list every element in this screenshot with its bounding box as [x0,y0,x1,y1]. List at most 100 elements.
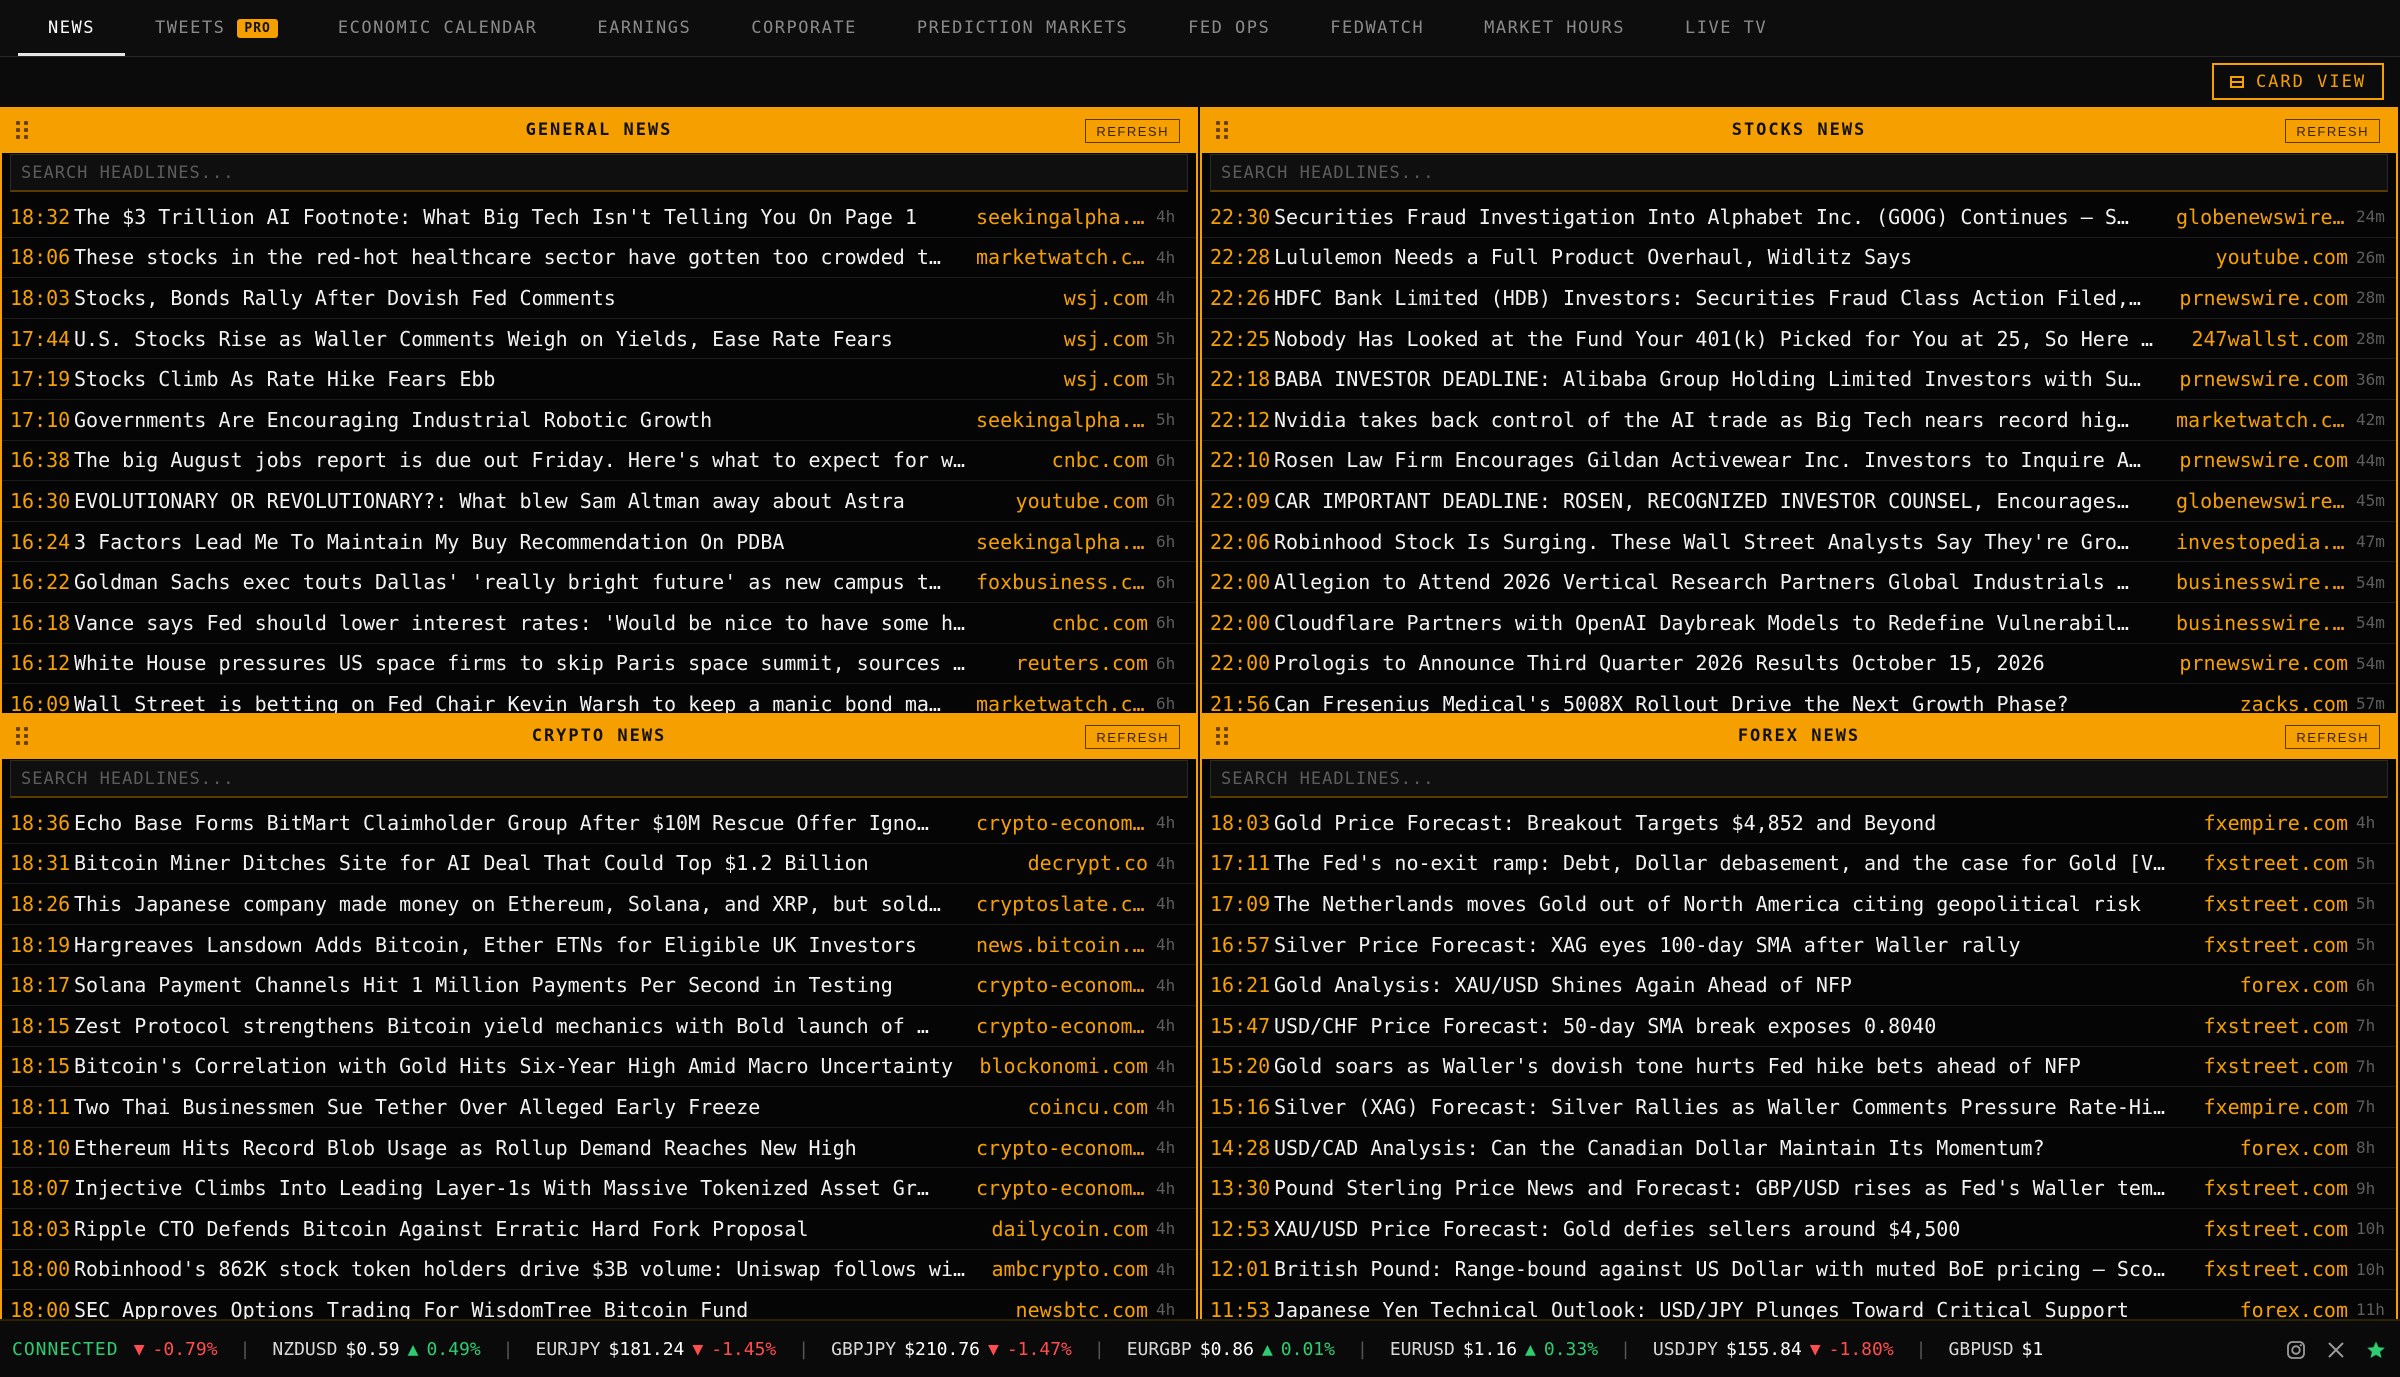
news-row[interactable]: 17:11 The Fed's no-exit ramp: Debt, Dolla… [1202,844,2396,885]
news-row[interactable]: 16:18 Vance says Fed should lower interes… [2,603,1196,644]
tab-live-tv[interactable]: LIVE TV [1655,0,1797,56]
drag-handle-icon[interactable] [16,727,30,745]
drag-handle-icon[interactable] [16,121,30,139]
news-row[interactable]: 22:09 CAR IMPORTANT DEADLINE: ROSEN, RECO… [1202,481,2396,522]
news-row[interactable]: 22:12 Nvidia takes back control of the AI… [1202,400,2396,441]
news-time: 18:10 [10,1135,71,1160]
search-input[interactable] [10,154,1188,192]
tab-economic-calendar[interactable]: ECONOMIC CALENDAR [308,0,568,56]
news-row[interactable]: 18:00 Robinhood's 862K stock token holder… [2,1250,1196,1291]
tab-fed-ops[interactable]: FED OPS [1158,0,1300,56]
news-row[interactable]: 15:47 USD/CHF Price Forecast: 50-day SMA … [1202,1006,2396,1047]
tab-corporate[interactable]: CORPORATE [721,0,887,56]
arrow-up-icon: ▲ [407,1338,419,1360]
tab-market-hours[interactable]: MARKET HOURS [1454,0,1655,56]
tab-news[interactable]: NEWS [18,0,125,56]
news-time: 17:09 [1210,891,1271,916]
x-icon[interactable] [2326,1340,2346,1360]
news-row[interactable]: 22:06 Robinhood Stock Is Surging. These W… [1202,522,2396,563]
news-row[interactable]: 13:30 Pound Sterling Price News and Forec… [1202,1168,2396,1209]
ticker-item: EURGBP $0.86 ▲ 0.01% [1105,1339,1357,1360]
tab-earnings[interactable]: EARNINGS [567,0,721,56]
panel-header: FOREX NEWS REFRESH [1202,713,2396,759]
news-row[interactable]: 16:24 3 Factors Lead Me To Maintain My Bu… [2,522,1196,563]
tab-fedwatch[interactable]: FEDWATCH [1300,0,1454,56]
news-row[interactable]: 18:15 Bitcoin's Correlation with Gold Hit… [2,1047,1196,1088]
news-row[interactable]: 18:07 Injective Climbs Into Leading Layer… [2,1168,1196,1209]
news-row[interactable]: 11:53 Japanese Yen Technical Outlook: USD… [1202,1290,2396,1319]
news-row[interactable]: 22:30 Securities Fraud Investigation Into… [1202,197,2396,238]
news-row[interactable]: 22:28 Lululemon Needs a Full Product Over… [1202,238,2396,279]
news-row[interactable]: 16:09 Wall Street is betting on Fed Chair… [2,684,1196,713]
news-row[interactable]: 14:28 USD/CAD Analysis: Can the Canadian … [1202,1128,2396,1169]
news-row[interactable]: 17:44 U.S. Stocks Rise as Waller Comments… [2,319,1196,360]
news-row[interactable]: 18:00 SEC Approves Options Trading For Wi… [2,1290,1196,1319]
news-row[interactable]: 18:03 Gold Price Forecast: Breakout Targe… [1202,803,2396,844]
news-age: 6h [1156,491,1176,511]
drag-handle-icon[interactable] [1216,121,1230,139]
news-row[interactable]: 22:26 HDFC Bank Limited (HDB) Investors: … [1202,278,2396,319]
search-input[interactable] [1210,760,2388,798]
news-source: wsj.com [1063,326,1148,351]
news-row[interactable]: 21:56 Can Fresenius Medical's 5008X Rollo… [1202,684,2396,713]
instagram-icon[interactable] [2286,1340,2306,1360]
news-row[interactable]: 16:12 White House pressures US space firm… [2,644,1196,685]
news-row[interactable]: 18:31 Bitcoin Miner Ditches Site for AI D… [2,844,1196,885]
news-row[interactable]: 15:16 Silver (XAG) Forecast: Silver Ralli… [1202,1087,2396,1128]
search-row [1202,759,2396,799]
news-row[interactable]: 16:30 EVOLUTIONARY OR REVOLUTIONARY?: Wha… [2,481,1196,522]
refresh-button[interactable]: REFRESH [1085,725,1180,749]
news-headline: USD/CAD Analysis: Can the Canadian Dolla… [1274,1135,2045,1160]
news-age: 5h [1156,329,1176,349]
news-headline: Gold Analysis: XAU/USD Shines Again Ahea… [1274,973,1852,998]
news-row[interactable]: 15:20 Gold soars as Waller's dovish tone … [1202,1047,2396,1088]
news-row[interactable]: 17:09 The Netherlands moves Gold out of N… [1202,884,2396,925]
news-time: 18:03 [10,1216,71,1241]
news-row[interactable]: 18:03 Stocks, Bonds Rally After Dovish Fe… [2,278,1196,319]
news-row[interactable]: 18:32 The $3 Trillion AI Footnote: What B… [2,197,1196,238]
search-input[interactable] [1210,154,2388,192]
tab-prediction-markets[interactable]: PREDICTION MARKETS [887,0,1158,56]
news-row[interactable]: 22:10 Rosen Law Firm Encourages Gildan Ac… [1202,441,2396,482]
news-row[interactable]: 12:01 British Pound: Range-bound against … [1202,1250,2396,1291]
news-age: 5h [1156,369,1176,389]
news-row[interactable]: 18:26 This Japanese company made money on… [2,884,1196,925]
news-time: 15:20 [1210,1054,1271,1079]
news-row[interactable]: 12:53 XAU/USD Price Forecast: Gold defies… [1202,1209,2396,1250]
news-source: investopedia.c… [2176,529,2352,554]
star-icon[interactable] [2366,1340,2386,1360]
search-input[interactable] [10,760,1188,798]
news-row[interactable]: 17:10 Governments Are Encouraging Industr… [2,400,1196,441]
news-row[interactable]: 18:03 Ripple CTO Defends Bitcoin Against … [2,1209,1196,1250]
news-row[interactable]: 22:18 BABA INVESTOR DEADLINE: Alibaba Gro… [1202,359,2396,400]
news-row[interactable]: 18:06 These stocks in the red-hot healthc… [2,238,1196,279]
tab-tweets[interactable]: TWEETS PRO [125,0,308,56]
news-row[interactable]: 18:36 Echo Base Forms BitMart Claimholder… [2,803,1196,844]
news-row[interactable]: 22:00 Allegion to Attend 2026 Vertical Re… [1202,562,2396,603]
news-row[interactable]: 18:11 Two Thai Businessmen Sue Tether Ove… [2,1087,1196,1128]
news-row[interactable]: 16:21 Gold Analysis: XAU/USD Shines Again… [1202,965,2396,1006]
news-row[interactable]: 22:00 Cloudflare Partners with OpenAI Day… [1202,603,2396,644]
news-row[interactable]: 22:00 Prologis to Announce Third Quarter … [1202,644,2396,685]
news-headline: Robinhood's 862K stock token holders dri… [74,1257,966,1282]
news-source: youtube.com [2215,245,2348,270]
news-row[interactable]: 16:57 Silver Price Forecast: XAG eyes 100… [1202,925,2396,966]
news-row[interactable]: 17:19 Stocks Climb As Rate Hike Fears Ebb… [2,359,1196,400]
news-row[interactable]: 18:10 Ethereum Hits Record Blob Usage as … [2,1128,1196,1169]
ticker-change: -1.47% [1006,1338,1072,1360]
news-row[interactable]: 16:38 The big August jobs report is due o… [2,441,1196,482]
news-age: 44m [2356,450,2385,470]
news-row[interactable]: 22:25 Nobody Has Looked at the Fund Your … [1202,319,2396,360]
news-row[interactable]: 18:15 Zest Protocol strengthens Bitcoin y… [2,1006,1196,1047]
refresh-button[interactable]: REFRESH [2285,725,2380,749]
news-time: 18:00 [10,1257,71,1282]
news-row[interactable]: 18:17 Solana Payment Channels Hit 1 Milli… [2,965,1196,1006]
news-source: fxstreet.com [2203,1176,2349,1201]
news-row[interactable]: 18:19 Hargreaves Lansdown Adds Bitcoin, E… [2,925,1196,966]
refresh-button[interactable]: REFRESH [1085,119,1180,143]
news-headline: Securities Fraud Investigation Into Alph… [1274,204,2129,229]
drag-handle-icon[interactable] [1216,727,1230,745]
card-view-button[interactable]: CARD VIEW [2212,63,2384,100]
refresh-button[interactable]: REFRESH [2285,119,2380,143]
news-row[interactable]: 16:22 Goldman Sachs exec touts Dallas' 'r… [2,562,1196,603]
